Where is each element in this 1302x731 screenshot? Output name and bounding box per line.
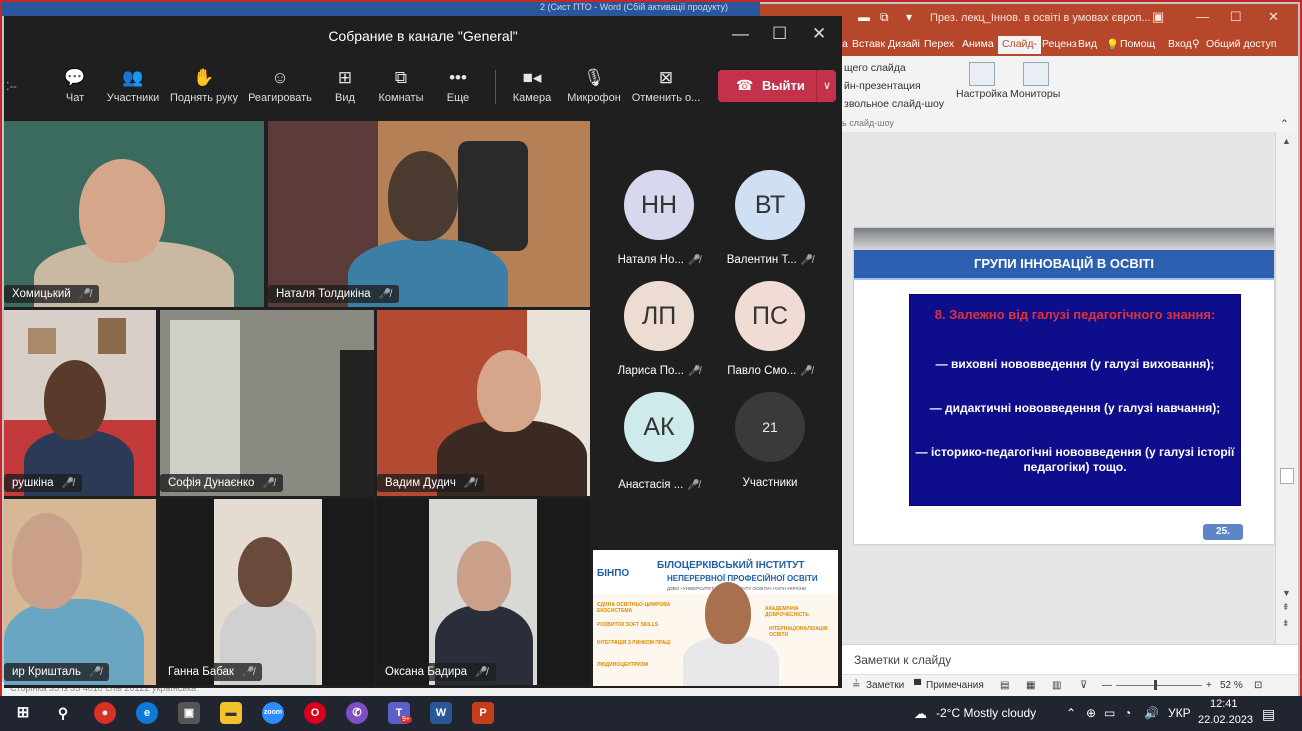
notification-icon[interactable]: ▤ <box>1262 706 1275 723</box>
clock-time[interactable]: 12:41 <box>1210 698 1238 710</box>
chrome-icon[interactable]: ● <box>94 702 116 724</box>
battery-icon[interactable]: ▭ <box>1104 706 1115 720</box>
edge-icon[interactable]: e <box>136 702 158 724</box>
powerpoint-icon[interactable]: P <box>472 702 494 724</box>
viber-icon[interactable]: ✆ <box>346 702 368 724</box>
clock-date[interactable]: 22.02.2023 <box>1198 714 1253 726</box>
opera-icon[interactable]: O <box>304 702 326 724</box>
weather-text[interactable]: -2°C Mostly cloudy <box>936 706 1036 720</box>
volume-icon[interactable]: 🔊 <box>1144 706 1159 720</box>
wifi-icon[interactable]: ◔ <box>1124 706 1131 720</box>
taskbar: ⊞ ⚲ ● e ▣ ▬ zoom O ✆ T 9+ W P ☁ -2°C Mos… <box>0 696 1302 731</box>
word-icon[interactable]: W <box>430 702 452 724</box>
language-indicator[interactable]: УКР <box>1168 706 1191 720</box>
zoom-icon[interactable]: zoom <box>262 702 284 724</box>
search-icon[interactable]: ⚲ <box>52 702 74 724</box>
windows-start-icon[interactable]: ⊞ <box>12 702 34 724</box>
tray-expand-icon[interactable]: ⌃ <box>1066 706 1076 720</box>
tray-app-icon[interactable]: ⊕ <box>1086 706 1096 720</box>
file-explorer-icon[interactable]: ▬ <box>220 702 242 724</box>
teams-notification-badge: 9+ <box>400 716 412 723</box>
screen-frame <box>0 0 1302 731</box>
weather-icon[interactable]: ☁ <box>914 706 927 722</box>
app-icon[interactable]: ▣ <box>178 702 200 724</box>
